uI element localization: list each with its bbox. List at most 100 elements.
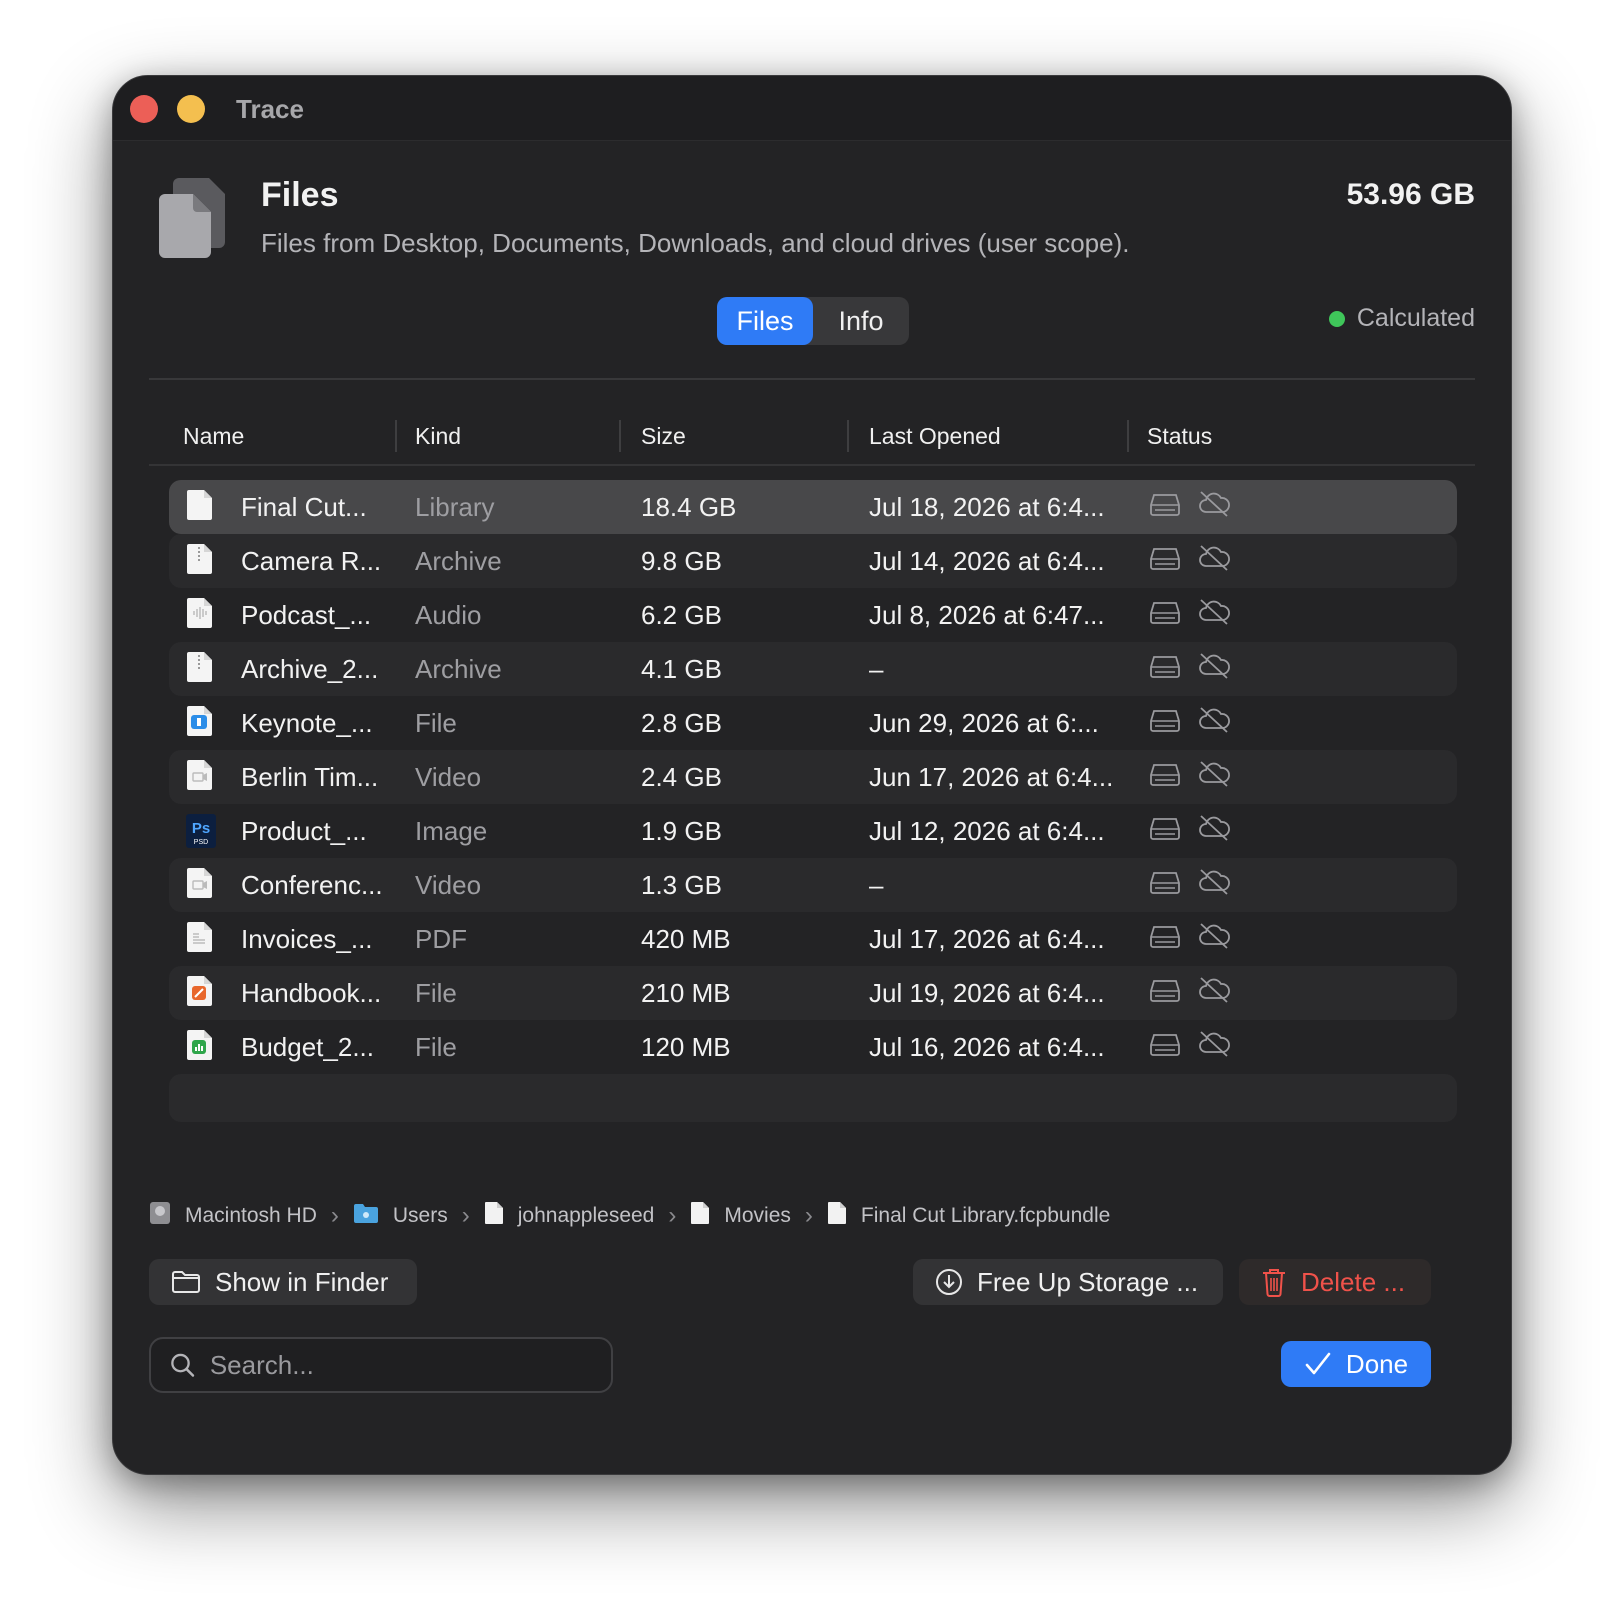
folder-icon (172, 1271, 200, 1293)
file-last-opened: Jul 8, 2026 at 6:47... (869, 599, 1105, 630)
free-up-storage-label: Free Up Storage ... (977, 1266, 1199, 1297)
column-separator[interactable] (1127, 420, 1129, 452)
page-subtitle: Files from Desktop, Documents, Downloads… (261, 228, 1130, 258)
file-kind: Archive (415, 545, 502, 576)
file-size: 2.8 GB (641, 707, 722, 738)
column-separator[interactable] (395, 420, 397, 452)
tab-info[interactable]: Info (813, 297, 909, 345)
local-drive-icon (1149, 1031, 1181, 1064)
table-row[interactable]: Camera R... Archive 9.8 GB Jul 14, 2026 at … (169, 534, 1457, 588)
file-status (1149, 966, 1231, 1020)
file-size: 18.4 GB (641, 491, 737, 522)
file-name: Budget_2... (241, 1031, 374, 1062)
done-label: Done (1345, 1348, 1409, 1379)
file-kind: File (415, 1031, 457, 1062)
column-header-status[interactable]: Status (1147, 414, 1212, 458)
file-status (1149, 696, 1231, 750)
breadcrumb-item[interactable]: johnappleseed (484, 1201, 655, 1231)
breadcrumb-item[interactable]: Movies (690, 1201, 791, 1231)
file-status (1149, 858, 1231, 912)
file-status (1149, 750, 1231, 804)
local-drive-icon (1149, 599, 1181, 632)
search-input[interactable] (209, 1349, 593, 1381)
status-dot-icon (1328, 310, 1345, 327)
cloud-off-icon (1197, 868, 1231, 903)
breadcrumb-item[interactable]: Final Cut Library.fcpbundle (827, 1201, 1110, 1231)
file-name: Invoices_... (241, 923, 373, 954)
table-row[interactable]: Handbook... File 210 MB Jul 19, 2026 at 6:4… (169, 966, 1457, 1020)
chevron-right-icon: › (330, 1202, 339, 1229)
local-drive-icon (1149, 545, 1181, 578)
delete-button[interactable]: Delete ... (1239, 1259, 1431, 1305)
file-kind: Archive (415, 653, 502, 684)
file-status (1149, 588, 1231, 642)
file-status (1149, 480, 1231, 534)
column-header-name[interactable]: Name (183, 414, 244, 458)
file-kind: File (415, 977, 457, 1008)
cloud-off-icon (1197, 706, 1231, 741)
close-window-button[interactable] (130, 95, 158, 123)
file-size: 6.2 GB (641, 599, 722, 630)
table-row[interactable]: Berlin Tim... Video 2.4 GB Jun 17, 2026 at … (169, 750, 1457, 804)
cloud-off-icon (1197, 544, 1231, 579)
local-drive-icon (1149, 977, 1181, 1010)
cloud-off-icon (1197, 652, 1231, 687)
breadcrumb-label: Users (392, 1204, 448, 1227)
window-title: Trace (236, 94, 304, 124)
table-row[interactable]: Ps PSD Product_... Image 1.9 GB Jul 12, 2026 … (169, 804, 1457, 858)
cloud-off-icon (1197, 814, 1231, 849)
file-last-opened: – (869, 653, 884, 684)
table-row[interactable]: Podcast_... Audio 6.2 GB Jul 8, 2026 at 6:4… (169, 588, 1457, 642)
column-header-size[interactable]: Size (641, 414, 686, 458)
file-table: Final Cut... Library 18.4 GB Jul 18, 2026 a… (169, 480, 1457, 1122)
breadcrumb: Macintosh HD › Users › johnappleseed › Movies ›… (149, 1196, 1110, 1236)
file-name: Podcast_... (241, 599, 372, 630)
column-header-kind[interactable]: Kind (415, 414, 461, 458)
file-name: Conferenc... (241, 869, 383, 900)
table-row[interactable]: Budget_2... File 120 MB Jul 16, 2026 at 6:4… (169, 1020, 1457, 1074)
file-size: 120 MB (641, 1031, 731, 1062)
delete-label: Delete ... (1301, 1266, 1406, 1297)
file-name: Archive_2... (241, 653, 379, 684)
table-row[interactable]: Invoices_... PDF 420 MB Jul 17, 2026 at 6:4… (169, 912, 1457, 966)
file-name: Product_... (241, 815, 367, 846)
document-icon (690, 1201, 710, 1231)
table-row[interactable]: Conferenc... Video 1.3 GB – (169, 858, 1457, 912)
column-separator[interactable] (847, 420, 849, 452)
table-row[interactable]: Final Cut... Library 18.4 GB Jul 18, 2026 a… (169, 480, 1457, 534)
breadcrumb-item[interactable]: Macintosh HD (149, 1201, 317, 1231)
table-row[interactable]: Keynote_... File 2.8 GB Jun 29, 2026 at 6:.… (169, 696, 1457, 750)
pages-file-icon (185, 966, 217, 1020)
show-in-finder-label: Show in Finder (215, 1266, 389, 1297)
breadcrumb-label: johnappleseed (517, 1204, 655, 1227)
local-drive-icon (1149, 923, 1181, 956)
free-up-storage-button[interactable]: Free Up Storage ... (913, 1259, 1223, 1305)
svg-text:Ps: Ps (192, 820, 210, 837)
table-row[interactable]: Archive_2... Archive 4.1 GB – (169, 642, 1457, 696)
column-header-last-opened[interactable]: Last Opened (869, 414, 1001, 458)
minimize-window-button[interactable] (177, 95, 205, 123)
file-last-opened: Jun 29, 2026 at 6:... (869, 707, 1099, 738)
column-separator[interactable] (619, 420, 621, 452)
zip-archive-icon (185, 534, 217, 588)
files-icon (159, 178, 225, 258)
file-last-opened: Jul 19, 2026 at 6:4... (869, 977, 1105, 1008)
download-circle-icon (936, 1269, 962, 1295)
local-drive-icon (1149, 653, 1181, 686)
local-drive-icon (1149, 707, 1181, 740)
file-status (1149, 912, 1231, 966)
show-in-finder-button[interactable]: Show in Finder (149, 1259, 417, 1305)
done-button[interactable]: Done (1281, 1341, 1431, 1387)
hard-disk-icon (149, 1201, 171, 1231)
file-last-opened: Jul 12, 2026 at 6:4... (869, 815, 1105, 846)
tab-files[interactable]: Files (717, 297, 813, 345)
file-kind: Video (415, 761, 482, 792)
breadcrumb-item[interactable]: Users (353, 1202, 448, 1230)
title-bar: Trace (113, 76, 1511, 141)
cloud-off-icon (1197, 490, 1231, 525)
zip-archive-icon (185, 642, 217, 696)
document-icon (827, 1201, 847, 1231)
document-icon (484, 1201, 504, 1231)
file-status (1149, 642, 1231, 696)
search-field[interactable] (149, 1337, 613, 1393)
